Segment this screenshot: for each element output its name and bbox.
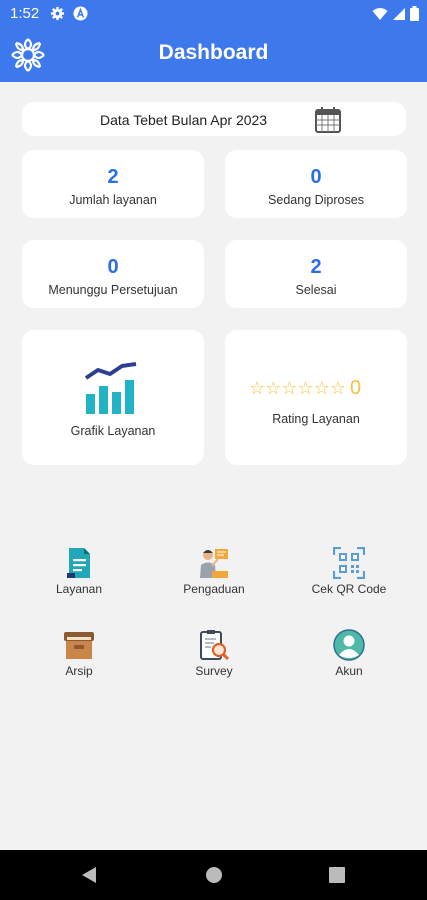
status-time: 1:52 [10, 5, 40, 22]
menu-label: Arsip [65, 664, 93, 678]
star-empty-icon: ☆ [281, 378, 298, 398]
bar-chart-icon [84, 362, 137, 414]
menu-label: Layanan [55, 582, 103, 596]
menu-item-arsip[interactable]: Arsip [24, 629, 134, 689]
star-empty-icon: ☆ [265, 378, 282, 398]
rating-label: Rating Layanan [272, 412, 360, 426]
stat-value: 0 [310, 166, 322, 188]
rating-layanan-card[interactable]: ☆☆☆☆☆☆ 0 Rating Layanan [225, 330, 407, 465]
qr-code-icon [333, 547, 365, 579]
archive-box-icon [64, 632, 94, 659]
grafik-label: Grafik Layanan [70, 424, 156, 438]
star-empty-icon: ☆ [313, 378, 330, 398]
back-triangle-icon[interactable] [80, 866, 98, 884]
wifi-icon [372, 7, 388, 20]
stat-label: Menunggu Persetujuan [48, 283, 178, 297]
stat-card-sedang-diproses[interactable]: 0 Sedang Diproses [225, 150, 407, 218]
stat-card-menunggu-persetujuan[interactable]: 0 Menunggu Persetujuan [22, 240, 204, 308]
status-bar: 1:52 [0, 0, 427, 28]
document-icon [67, 548, 90, 578]
rating-score: 0 [350, 377, 362, 399]
stat-value: 2 [107, 166, 119, 188]
app-bar: Dashboard [0, 28, 427, 82]
survey-search-icon [200, 630, 230, 661]
menu-item-pengaduan[interactable]: Pengaduan [159, 547, 269, 607]
menu-label: Survey [195, 664, 233, 678]
signal-icon [393, 7, 405, 20]
star-empty-icon: ☆ [297, 378, 314, 398]
menu-label: Cek QR Code [311, 582, 387, 596]
period-selector[interactable]: Data Tebet Bulan Apr 2023 [22, 102, 406, 136]
stat-label: Jumlah layanan [69, 193, 157, 207]
battery-icon [410, 6, 419, 21]
stat-label: Selesai [295, 283, 337, 297]
rating-stars: ☆☆☆☆☆☆ [249, 378, 346, 399]
menu-item-layanan[interactable]: Layanan [24, 547, 134, 607]
system-nav-bar [0, 850, 427, 900]
presenter-icon [200, 549, 228, 578]
recents-square-icon[interactable] [329, 867, 345, 883]
stat-card-jumlah-layanan[interactable]: 2 Jumlah layanan [22, 150, 204, 218]
home-circle-icon[interactable] [205, 866, 223, 884]
stat-value: 0 [107, 256, 119, 278]
settings-gear-icon [50, 6, 65, 21]
star-empty-icon: ☆ [249, 378, 266, 398]
stat-value: 2 [310, 256, 322, 278]
period-text: Data Tebet Bulan Apr 2023 [100, 112, 268, 128]
menu-item-akun[interactable]: Akun [294, 629, 404, 689]
user-avatar-icon [333, 629, 365, 661]
menu-label: Pengaduan [183, 582, 245, 596]
calendar-icon[interactable] [314, 106, 342, 134]
stat-card-selesai[interactable]: 2 Selesai [225, 240, 407, 308]
app-notification-icon [73, 6, 88, 21]
page-title: Dashboard [158, 41, 269, 64]
stat-label: Sedang Diproses [268, 193, 364, 207]
menu-label: Akun [335, 664, 363, 678]
menu-item-survey[interactable]: Survey [159, 629, 269, 689]
menu-item-cek-qr-code[interactable]: Cek QR Code [294, 547, 404, 607]
status-left-icons [50, 6, 88, 21]
star-empty-icon: ☆ [329, 378, 346, 398]
grafik-layanan-card[interactable]: Grafik Layanan [22, 330, 204, 465]
status-right-icons [372, 6, 419, 21]
